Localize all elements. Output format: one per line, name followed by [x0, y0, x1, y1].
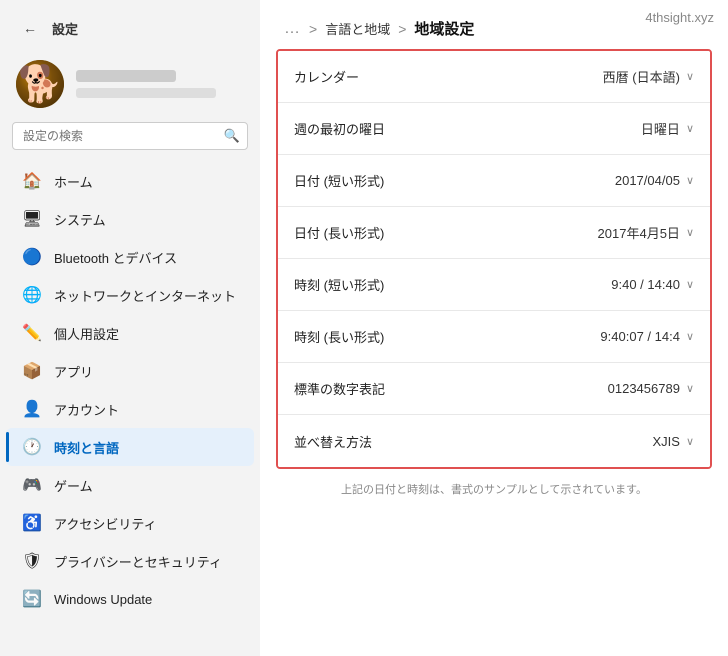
sidebar-item-label-network: ネットワークとインターネット: [54, 286, 236, 305]
settings-label-6: 標準の数字表記: [294, 379, 608, 398]
privacy-icon: 🛡: [22, 551, 42, 571]
time-icon: 🕐: [22, 437, 42, 457]
sidebar-item-time[interactable]: 🕐 時刻と言語: [6, 428, 254, 466]
user-profile: [0, 52, 260, 122]
watermark: 4thsight.xyz: [645, 10, 714, 25]
sidebar-item-gaming[interactable]: 🎮 ゲーム: [6, 466, 254, 504]
settings-label-1: 週の最初の曜日: [294, 119, 641, 138]
footer-note: 上記の日付と時刻は、書式のサンプルとして示されています。: [260, 473, 728, 503]
settings-row-6[interactable]: 標準の数字表記0123456789 ∨: [278, 363, 710, 415]
settings-table: カレンダー西暦 (日本語)∨週の最初の曜日日曜日∨日付 (短い形式)2017/0…: [276, 49, 712, 469]
dropdown-arrow-1: ∨: [686, 122, 694, 135]
settings-label-7: 並べ替え方法: [294, 432, 652, 451]
settings-value-wrap-5: 9:40:07 / 14:4 ∨: [600, 329, 694, 344]
settings-label-4: 時刻 (短い形式): [294, 275, 611, 294]
sidebar-item-label-gaming: ゲーム: [54, 476, 93, 495]
settings-value-wrap-2: 2017/04/05 ∨: [615, 173, 694, 188]
sidebar-item-accessibility[interactable]: ♿ アクセシビリティ: [6, 504, 254, 542]
settings-row-7[interactable]: 並べ替え方法XJIS ∨: [278, 415, 710, 467]
settings-value-wrap-0: 西暦 (日本語) ∨: [603, 67, 694, 86]
user-sub-placeholder: [76, 88, 216, 98]
settings-label-2: 日付 (短い形式): [294, 171, 615, 190]
settings-row-4[interactable]: 時刻 (短い形式)9:40 / 14:40 ∨: [278, 259, 710, 311]
avatar-image: [16, 60, 64, 108]
windows-update-icon: 🔄: [22, 589, 42, 609]
sidebar-item-label-personalization: 個人用設定: [54, 324, 119, 343]
settings-value-wrap-4: 9:40 / 14:40 ∨: [611, 277, 694, 292]
home-icon: 🏠: [22, 171, 42, 191]
sidebar-item-network[interactable]: 🌐 ネットワークとインターネット: [6, 276, 254, 314]
dropdown-arrow-0: ∨: [686, 70, 694, 83]
sidebar-item-label-system: システム: [54, 210, 106, 229]
settings-value-0: 西暦 (日本語): [603, 67, 680, 86]
settings-value-wrap-7: XJIS ∨: [652, 434, 694, 449]
apps-icon: 📦: [22, 361, 42, 381]
settings-value-wrap-3: 2017年4月5日 ∨: [598, 223, 694, 242]
sidebar-item-personalization[interactable]: ✏️ 個人用設定: [6, 314, 254, 352]
gaming-icon: 🎮: [22, 475, 42, 495]
sidebar-item-label-apps: アプリ: [54, 362, 93, 381]
sidebar-header: ← 設定: [0, 0, 260, 52]
network-icon: 🌐: [22, 285, 42, 305]
settings-label-3: 日付 (長い形式): [294, 223, 598, 242]
settings-value-1: 日曜日: [641, 119, 680, 138]
search-box: 🔍: [12, 122, 248, 150]
sidebar-title: 設定: [52, 19, 78, 38]
breadcrumb-dots: …: [284, 20, 301, 38]
sidebar-item-accounts[interactable]: 👤 アカウント: [6, 390, 254, 428]
sidebar-item-home[interactable]: 🏠 ホーム: [6, 162, 254, 200]
system-icon: 🖥: [22, 209, 42, 229]
settings-value-3: 2017年4月5日: [598, 223, 680, 242]
settings-label-5: 時刻 (長い形式): [294, 327, 600, 346]
sidebar-item-system[interactable]: 🖥 システム: [6, 200, 254, 238]
sidebar-item-label-accounts: アカウント: [54, 400, 119, 419]
settings-value-2: 2017/04/05: [615, 173, 680, 188]
sidebar-item-bluetooth[interactable]: 🔵 Bluetooth とデバイス: [6, 238, 254, 276]
breadcrumb-link[interactable]: 言語と地域: [325, 19, 390, 38]
accessibility-icon: ♿: [22, 513, 42, 533]
sidebar: ← 設定 🔍 🏠 ホーム 🖥 システム 🔵 Bluetooth とデバイス 🌐 ネットワークと…: [0, 0, 260, 656]
dropdown-arrow-5: ∨: [686, 330, 694, 343]
settings-label-0: カレンダー: [294, 67, 603, 86]
sidebar-item-apps[interactable]: 📦 アプリ: [6, 352, 254, 390]
settings-row-2[interactable]: 日付 (短い形式)2017/04/05 ∨: [278, 155, 710, 207]
search-input[interactable]: [12, 122, 248, 150]
main-content: 4thsight.xyz … > 言語と地域 > 地域設定 カレンダー西暦 (日…: [260, 0, 728, 656]
sidebar-item-label-windows-update: Windows Update: [54, 592, 152, 607]
dropdown-arrow-3: ∨: [686, 226, 694, 239]
settings-row-5[interactable]: 時刻 (長い形式)9:40:07 / 14:4 ∨: [278, 311, 710, 363]
sidebar-item-label-bluetooth: Bluetooth とデバイス: [54, 248, 177, 267]
settings-row-3[interactable]: 日付 (長い形式)2017年4月5日 ∨: [278, 207, 710, 259]
settings-row-1[interactable]: 週の最初の曜日日曜日 ∨: [278, 103, 710, 155]
sidebar-item-label-privacy: プライバシーとセキュリティ: [54, 552, 222, 571]
sidebar-item-label-accessibility: アクセシビリティ: [54, 514, 157, 533]
dropdown-arrow-4: ∨: [686, 278, 694, 291]
search-icon: 🔍: [224, 128, 240, 144]
nav-list: 🏠 ホーム 🖥 システム 🔵 Bluetooth とデバイス 🌐 ネットワークとインターネット…: [0, 162, 260, 656]
settings-value-6: 0123456789: [608, 381, 680, 396]
sidebar-item-label-home: ホーム: [54, 172, 93, 191]
settings-value-5: 9:40:07 / 14:4: [600, 329, 680, 344]
accounts-icon: 👤: [22, 399, 42, 419]
sidebar-item-label-time: 時刻と言語: [54, 438, 119, 457]
back-button[interactable]: ←: [16, 14, 44, 42]
personalization-icon: ✏️: [22, 323, 42, 343]
settings-value-4: 9:40 / 14:40: [611, 277, 680, 292]
settings-value-7: XJIS: [652, 434, 679, 449]
bluetooth-icon: 🔵: [22, 247, 42, 267]
dropdown-arrow-7: ∨: [686, 435, 694, 448]
dropdown-arrow-2: ∨: [686, 174, 694, 187]
user-name-placeholder: [76, 70, 176, 82]
user-info: [76, 70, 244, 98]
sidebar-item-privacy[interactable]: 🛡 プライバシーとセキュリティ: [6, 542, 254, 580]
avatar: [16, 60, 64, 108]
breadcrumb-sep-2: >: [398, 21, 406, 37]
settings-row-0[interactable]: カレンダー西暦 (日本語) ∨: [278, 51, 710, 103]
sidebar-item-windows-update[interactable]: 🔄 Windows Update: [6, 580, 254, 618]
breadcrumb-current: 地域設定: [414, 18, 474, 39]
settings-value-wrap-1: 日曜日 ∨: [641, 119, 694, 138]
dropdown-arrow-6: ∨: [686, 382, 694, 395]
breadcrumb-sep-1: >: [309, 21, 317, 37]
settings-value-wrap-6: 0123456789 ∨: [608, 381, 694, 396]
